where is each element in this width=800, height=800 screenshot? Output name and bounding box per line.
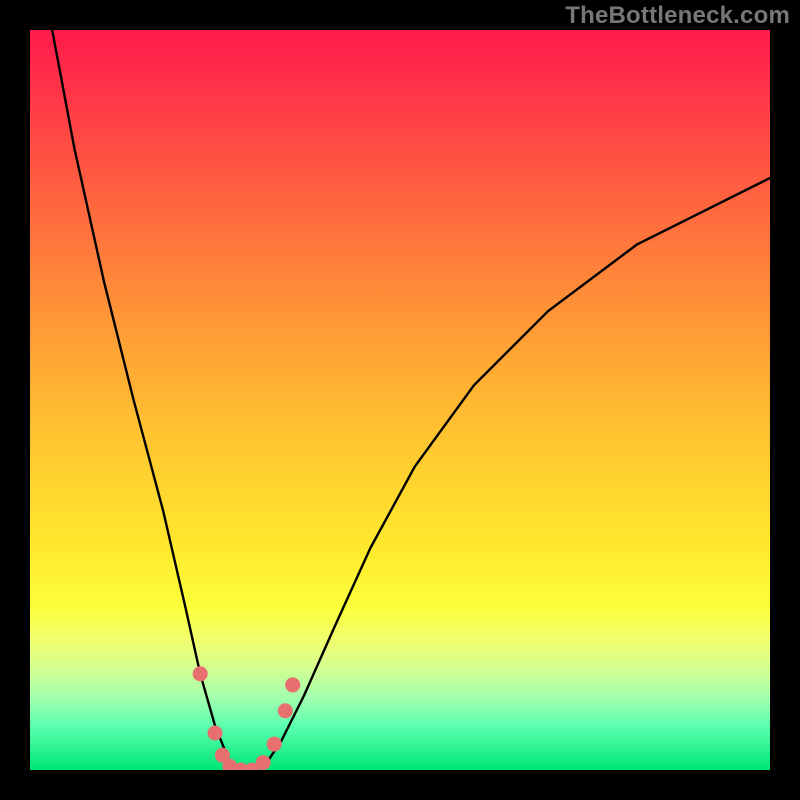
data-marker [208,726,223,741]
bottleneck-curve [52,30,770,770]
data-marker [278,703,293,718]
attribution-text: TheBottleneck.com [565,2,790,30]
data-marker [193,666,208,681]
data-marker [285,677,300,692]
data-marker [256,755,271,770]
data-markers [193,666,301,770]
bottleneck-chart [30,30,770,770]
data-marker [267,737,282,752]
